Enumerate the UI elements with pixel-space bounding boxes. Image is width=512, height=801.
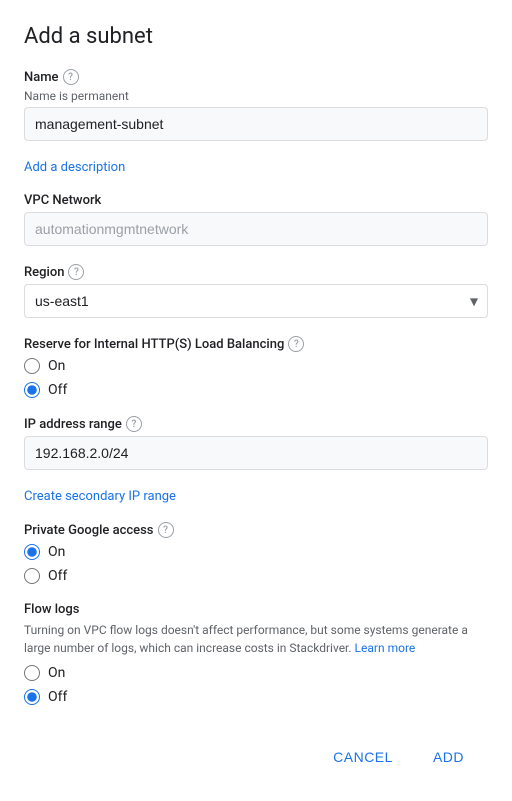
name-label: Name ?	[24, 69, 488, 85]
secondary-ip-link-group: Create secondary IP range	[24, 488, 488, 504]
vpc-network-input[interactable]	[24, 212, 488, 246]
load-balancing-label: Reserve for Internal HTTP(S) Load Balanc…	[24, 336, 488, 352]
flow-logs-label: Flow logs	[24, 602, 488, 617]
load-balancing-on-radio[interactable]	[24, 358, 40, 374]
private-google-access-help-icon[interactable]: ?	[158, 522, 174, 538]
load-balancing-off-radio[interactable]	[24, 382, 40, 398]
load-balancing-radio-group: On Off	[24, 358, 488, 398]
private-google-access-label: Private Google access ?	[24, 522, 488, 538]
flow-logs-off-option[interactable]: Off	[24, 689, 488, 705]
flow-logs-radio-group: On Off	[24, 665, 488, 705]
flow-logs-learn-more-link[interactable]: Learn more	[355, 641, 416, 655]
private-google-on-option[interactable]: On	[24, 544, 488, 560]
private-google-off-label: Off	[48, 568, 67, 584]
region-field-group: Region ? us-east1 us-central1 us-west1 e…	[24, 264, 488, 318]
cancel-button[interactable]: CANCEL	[317, 741, 409, 773]
name-sublabel: Name is permanent	[24, 89, 488, 103]
vpc-network-label: VPC Network	[24, 193, 488, 208]
region-select-wrapper: us-east1 us-central1 us-west1 europe-wes…	[24, 284, 488, 318]
load-balancing-off-option[interactable]: Off	[24, 382, 488, 398]
name-field-group: Name ? Name is permanent	[24, 69, 488, 141]
ip-range-input[interactable]	[24, 436, 488, 470]
private-google-off-option[interactable]: Off	[24, 568, 488, 584]
flow-logs-on-label: On	[48, 665, 65, 681]
flow-logs-off-label: Off	[48, 689, 67, 705]
private-google-on-label: On	[48, 544, 65, 560]
region-help-icon[interactable]: ?	[68, 264, 84, 280]
ip-range-field-group: IP address range ?	[24, 416, 488, 470]
region-label: Region ?	[24, 264, 488, 280]
flow-logs-on-radio[interactable]	[24, 665, 40, 681]
vpc-network-field-group: VPC Network	[24, 193, 488, 246]
add-button[interactable]: ADD	[417, 741, 480, 773]
add-description-link[interactable]: Add a description	[24, 160, 125, 175]
load-balancing-field-group: Reserve for Internal HTTP(S) Load Balanc…	[24, 336, 488, 398]
flow-logs-field-group: Flow logs Turning on VPC flow logs doesn…	[24, 602, 488, 705]
private-google-access-field-group: Private Google access ? On Off	[24, 522, 488, 584]
ip-range-help-icon[interactable]: ?	[126, 416, 142, 432]
flow-logs-on-option[interactable]: On	[24, 665, 488, 681]
ip-range-label: IP address range ?	[24, 416, 488, 432]
flow-logs-off-radio[interactable]	[24, 689, 40, 705]
region-select[interactable]: us-east1 us-central1 us-west1 europe-wes…	[24, 284, 488, 318]
private-google-on-radio[interactable]	[24, 544, 40, 560]
load-balancing-on-label: On	[48, 358, 65, 374]
form-footer: CANCEL ADD	[24, 725, 488, 781]
add-subnet-form: Add a subnet Name ? Name is permanent Ad…	[0, 0, 512, 801]
load-balancing-off-label: Off	[48, 382, 67, 398]
load-balancing-on-option[interactable]: On	[24, 358, 488, 374]
name-input[interactable]	[24, 107, 488, 141]
flow-logs-description: Turning on VPC flow logs doesn't affect …	[24, 621, 488, 657]
private-google-off-radio[interactable]	[24, 568, 40, 584]
private-google-access-radio-group: On Off	[24, 544, 488, 584]
create-secondary-ip-range-link[interactable]: Create secondary IP range	[24, 489, 176, 504]
description-link-group: Add a description	[24, 159, 488, 175]
name-help-icon[interactable]: ?	[63, 69, 79, 85]
load-balancing-help-icon[interactable]: ?	[288, 336, 304, 352]
page-title: Add a subnet	[24, 24, 488, 49]
